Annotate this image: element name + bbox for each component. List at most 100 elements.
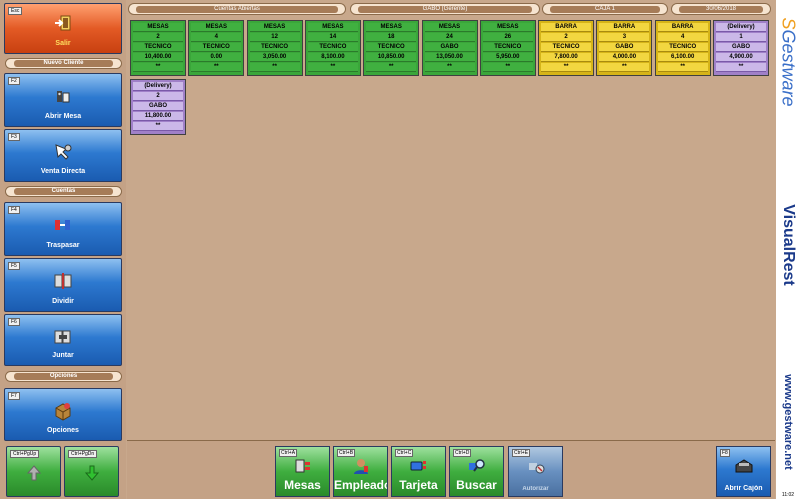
website: www.gestware.net xyxy=(782,374,794,470)
empleado-key: Ctrl+B xyxy=(337,449,356,457)
account-tile[interactable]: MESAS 18 TECNICO 10,850.00 ** xyxy=(363,20,420,76)
transfer-icon xyxy=(53,217,73,233)
traspasar-label: Traspasar xyxy=(46,242,80,249)
account-area: MESAS xyxy=(133,23,183,32)
venta-directa-button[interactable]: F3 Venta Directa xyxy=(4,129,122,182)
search-icon xyxy=(468,457,486,478)
account-mark: ** xyxy=(657,63,708,72)
account-mark: ** xyxy=(307,63,358,72)
account-area: (Delivery) xyxy=(133,82,183,91)
account-user: TECNICO xyxy=(133,43,183,52)
traspasar-key: F4 xyxy=(8,206,20,214)
account-amount: 6,100.00 xyxy=(657,53,708,62)
mesas-button[interactable]: Ctrl+A Mesas xyxy=(275,446,330,497)
account-user: TECNICO xyxy=(307,43,358,52)
account-user: GABO xyxy=(133,102,183,111)
autorizar-key: Ctrl+E xyxy=(512,449,531,457)
merge-icon xyxy=(53,327,73,347)
page-down-button[interactable]: Ctrl+PgDn xyxy=(64,446,119,497)
empleado-label: Empleado xyxy=(334,478,387,492)
dividir-label: Dividir xyxy=(52,298,74,305)
account-amount: 8,100.00 xyxy=(307,53,358,62)
empleado-button[interactable]: Ctrl+B Empleado xyxy=(333,446,388,497)
account-tile[interactable]: (Delivery) 2 GABO 11,800.00 ** xyxy=(130,79,186,135)
account-amount: 10,850.00 xyxy=(366,53,417,62)
logo-text: Gestware xyxy=(778,29,799,107)
header-user: GABO (Gerente) xyxy=(358,6,532,13)
tarjeta-label: Tarjeta xyxy=(399,478,438,492)
account-tile[interactable]: BARRA 2 TECNICO 7,800.00 ** xyxy=(538,20,595,76)
account-amount: 11,800.00 xyxy=(133,112,183,121)
account-amount: 5,950.00 xyxy=(482,53,533,62)
juntar-label: Juntar xyxy=(52,352,74,359)
autorizar-label: Autorizar xyxy=(522,486,549,492)
account-tile[interactable]: BARRA 4 TECNICO 6,100.00 ** xyxy=(654,20,711,76)
opciones-button[interactable]: F7 Opciones xyxy=(4,388,122,441)
account-mark: ** xyxy=(541,63,592,72)
account-tile[interactable]: MESAS 14 TECNICO 8,100.00 ** xyxy=(304,20,361,76)
section-opciones: Opciones xyxy=(5,371,122,382)
account-area: MESAS xyxy=(249,23,300,32)
account-user: TECNICO xyxy=(249,43,300,52)
account-number: 2 xyxy=(541,33,592,42)
salir-button[interactable]: Esc Salir xyxy=(4,3,122,54)
venta-directa-label: Venta Directa xyxy=(40,168,86,175)
account-area: MESAS xyxy=(482,23,533,32)
account-user: TECNICO xyxy=(191,43,242,52)
account-tile[interactable]: MESAS 26 TECNICO 5,950.00 ** xyxy=(479,20,536,76)
account-user: TECNICO xyxy=(482,43,533,52)
account-amount: 0.00 xyxy=(191,53,242,62)
account-user: GABO xyxy=(599,43,650,52)
traspasar-button[interactable]: F4 Traspasar xyxy=(4,202,122,256)
abrir-mesa-key: F2 xyxy=(8,77,20,85)
account-amount: 10,400.00 xyxy=(133,53,183,62)
account-tile[interactable]: (Delivery) 1 GABO 4,900.00 ** xyxy=(713,20,769,76)
account-amount: 13,050.00 xyxy=(424,53,475,62)
account-mark: ** xyxy=(424,63,475,72)
exit-door-icon xyxy=(54,14,72,32)
account-number: 4 xyxy=(657,33,708,42)
account-tile[interactable]: MESAS 4 TECNICO 0.00 ** xyxy=(188,20,245,76)
account-number: 4 xyxy=(191,33,242,42)
account-area: MESAS xyxy=(424,23,475,32)
salir-label: Salir xyxy=(55,40,71,47)
opciones-label: Opciones xyxy=(47,427,79,434)
buscar-button[interactable]: Ctrl+D Buscar xyxy=(449,446,504,497)
account-area: (Delivery) xyxy=(716,23,766,32)
page-up-button[interactable]: Ctrl+PgUp xyxy=(6,446,61,497)
page-down-key: Ctrl+PgDn xyxy=(68,450,98,458)
account-amount: 4,900.00 xyxy=(716,53,766,62)
header-register: CAJA 1 xyxy=(550,6,660,13)
account-tile[interactable]: BARRA 3 GABO 4,000.00 ** xyxy=(596,20,653,76)
direct-sale-icon xyxy=(53,142,73,162)
account-tile[interactable]: MESAS 24 GABO 13,050.00 ** xyxy=(421,20,478,76)
account-tile[interactable]: MESAS 2 TECNICO 10,400.00 ** xyxy=(130,20,186,76)
cash-drawer-icon xyxy=(734,457,754,478)
account-number: 26 xyxy=(482,33,533,42)
dividir-button[interactable]: F5 Dividir xyxy=(4,258,122,312)
account-number: 14 xyxy=(307,33,358,42)
employee-icon xyxy=(352,457,370,478)
header-register-pill: CAJA 1 xyxy=(542,3,668,15)
section-opciones-label: Opciones xyxy=(14,373,113,380)
account-mark: ** xyxy=(191,63,242,72)
account-user: TECNICO xyxy=(541,43,592,52)
juntar-button[interactable]: F6 Juntar xyxy=(4,314,122,366)
section-nuevo-cliente: Nuevo Cliente xyxy=(5,58,122,69)
section-cuentas-label: Cuentas xyxy=(14,188,113,195)
logo-swirl-icon: S xyxy=(778,17,799,30)
autorizar-button[interactable]: Ctrl+E Autorizar xyxy=(508,446,563,497)
account-mark: ** xyxy=(133,122,183,131)
account-user: GABO xyxy=(424,43,475,52)
opciones-key: F7 xyxy=(8,392,20,400)
header-date-pill: 30/06/2018 xyxy=(671,3,771,15)
account-tile[interactable]: MESAS 12 TECNICO 3,050.00 ** xyxy=(246,20,303,76)
top-bar: Cuentas Abiertas GABO (Gerente) CAJA 1 3… xyxy=(128,3,772,15)
abrir-cajon-button[interactable]: F8 Abrir Cajón xyxy=(716,446,771,497)
abrir-mesa-button[interactable]: F2 Abrir Mesa xyxy=(4,73,122,127)
account-number: 3 xyxy=(599,33,650,42)
account-number: 24 xyxy=(424,33,475,42)
tarjeta-key: Ctrl+C xyxy=(395,449,414,457)
header-date: 30/06/2018 xyxy=(679,6,763,13)
tarjeta-button[interactable]: Ctrl+C Tarjeta xyxy=(391,446,446,497)
